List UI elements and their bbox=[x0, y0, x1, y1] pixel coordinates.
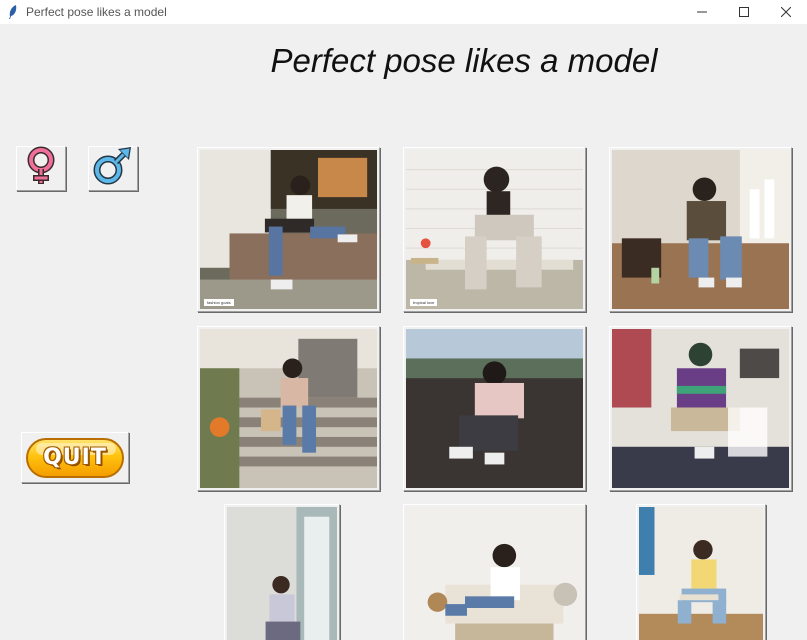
pose-photo-8[interactable] bbox=[403, 504, 586, 640]
window-titlebar: Perfect pose likes a model bbox=[0, 0, 807, 24]
pose-photo-7[interactable] bbox=[224, 504, 340, 640]
pose-photo-5[interactable] bbox=[403, 326, 586, 491]
pose-photo-1-image bbox=[200, 150, 377, 309]
pose-photo-1[interactable]: fashion goals bbox=[197, 147, 380, 312]
quit-label: QUIT bbox=[43, 445, 107, 470]
female-button[interactable] bbox=[16, 146, 66, 191]
pose-photo-2-image bbox=[406, 150, 583, 309]
quit-button-face: QUIT bbox=[26, 437, 124, 478]
pose-photo-6[interactable] bbox=[609, 326, 792, 491]
minimize-icon[interactable] bbox=[681, 0, 723, 24]
male-button[interactable] bbox=[88, 146, 138, 191]
pose-photo-8-image bbox=[406, 507, 583, 640]
feather-icon bbox=[8, 5, 20, 19]
pose-photo-6-image bbox=[612, 329, 789, 488]
window-controls bbox=[681, 0, 807, 24]
male-symbol-icon bbox=[91, 146, 135, 191]
pose-photo-3[interactable] bbox=[609, 147, 792, 312]
female-symbol-icon bbox=[24, 146, 58, 191]
quit-button[interactable]: QUIT bbox=[21, 432, 129, 483]
pose-photo-3-image bbox=[612, 150, 789, 309]
page-title: Perfect pose likes a model bbox=[270, 42, 658, 79]
close-icon[interactable] bbox=[765, 0, 807, 24]
maximize-icon[interactable] bbox=[723, 0, 765, 24]
window-title: Perfect pose likes a model bbox=[26, 5, 167, 19]
pose-photo-7-image bbox=[227, 507, 337, 640]
pose-photo-4[interactable] bbox=[197, 326, 380, 491]
pose-photo-2[interactable]: tropical love bbox=[403, 147, 586, 312]
pose-photo-9-image bbox=[639, 507, 763, 640]
pose-photo-5-image bbox=[406, 329, 583, 488]
pose-photo-2-caption: tropical love bbox=[410, 299, 438, 306]
pose-photo-1-caption: fashion goals bbox=[204, 299, 234, 306]
pose-photo-9[interactable] bbox=[636, 504, 766, 640]
pose-photo-4-image bbox=[200, 329, 377, 488]
